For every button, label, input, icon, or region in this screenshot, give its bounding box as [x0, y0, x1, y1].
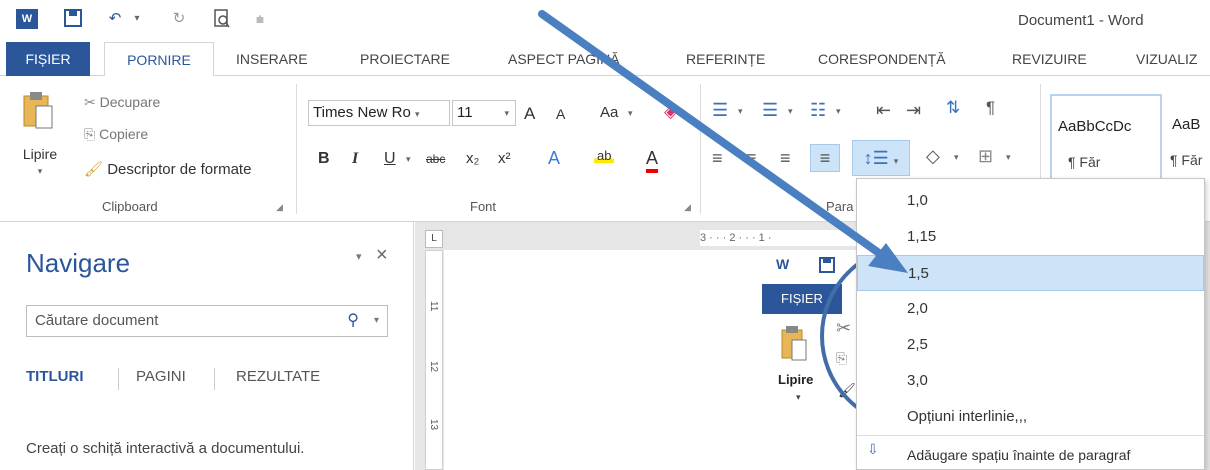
- annotation-arrow: [538, 10, 908, 273]
